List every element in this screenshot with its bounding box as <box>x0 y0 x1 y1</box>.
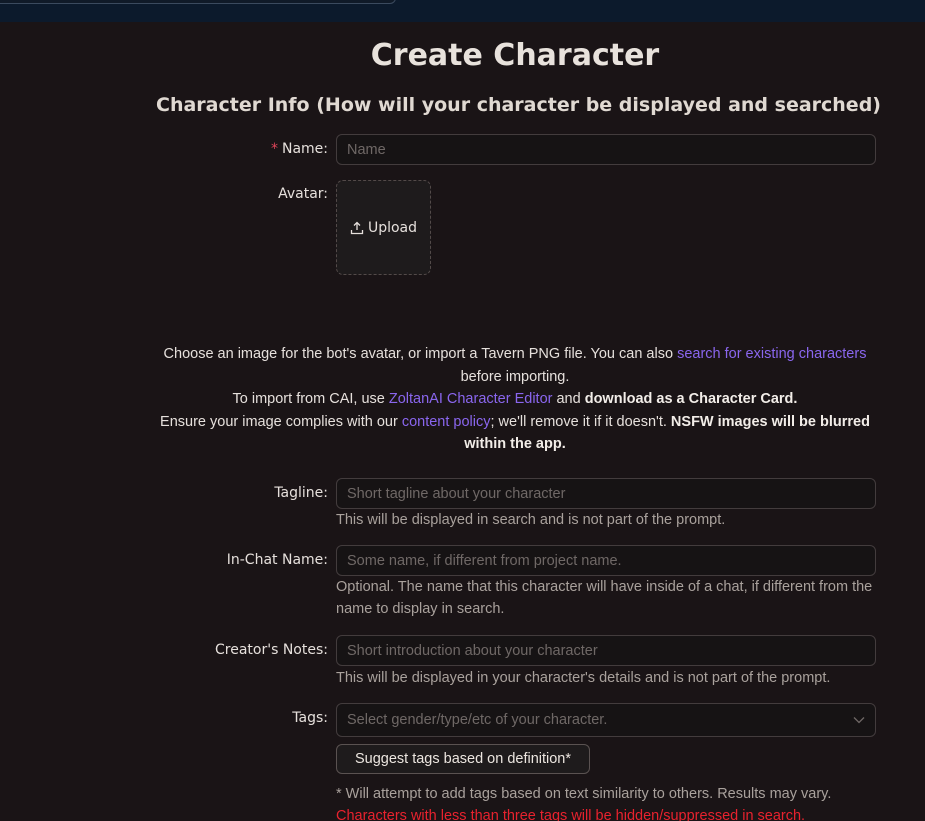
in-chat-name-help: Optional. The name that this character w… <box>336 579 873 617</box>
avatar-info-line3: Ensure your image complies with our cont… <box>160 413 870 453</box>
chevron-down-icon <box>853 717 865 724</box>
name-input[interactable] <box>336 134 876 165</box>
tags-note: * Will attempt to add tags based on text… <box>336 786 832 802</box>
avatar-info-line2: To import from CAI, use ZoltanAI Charact… <box>232 391 798 407</box>
name-label: * Name: <box>270 141 328 157</box>
tagline-label: Tagline: <box>274 485 328 501</box>
top-search-box[interactable] <box>0 0 396 4</box>
zoltanai-editor-link[interactable]: ZoltanAI Character Editor <box>389 391 553 407</box>
avatar-label: Avatar: <box>278 186 328 202</box>
tagline-input[interactable] <box>336 478 876 509</box>
tags-placeholder: Select gender/type/etc of your character… <box>347 712 608 728</box>
tags-select[interactable]: Select gender/type/etc of your character… <box>336 703 876 737</box>
content-policy-link[interactable]: content policy <box>402 414 491 430</box>
avatar-info: Choose an image for the bot's avatar, or… <box>155 343 875 456</box>
creators-notes-help: This will be displayed in your character… <box>336 670 831 686</box>
tags-label: Tags: <box>292 710 328 726</box>
avatar-info-line1: Choose an image for the bot's avatar, or… <box>163 346 867 385</box>
search-characters-link[interactable]: search for existing characters <box>677 346 866 362</box>
suggest-tags-button[interactable]: Suggest tags based on definition* <box>336 744 590 774</box>
section-title: Character Info (How will your character … <box>156 94 881 116</box>
in-chat-name-input[interactable] <box>336 545 876 576</box>
page-title: Create Character <box>370 38 660 73</box>
creators-notes-label: Creator's Notes: <box>215 642 328 658</box>
upload-label: Upload <box>367 219 418 236</box>
avatar-upload-button[interactable]: Upload <box>336 180 431 275</box>
upload-icon <box>350 221 364 234</box>
creators-notes-input[interactable] <box>336 635 876 666</box>
in-chat-name-label: In-Chat Name: <box>226 552 328 568</box>
top-bar <box>0 0 925 22</box>
tags-warning: Characters with less than three tags wil… <box>336 808 806 821</box>
required-mark: * <box>270 141 278 157</box>
tagline-help: This will be displayed in search and is … <box>336 512 726 528</box>
